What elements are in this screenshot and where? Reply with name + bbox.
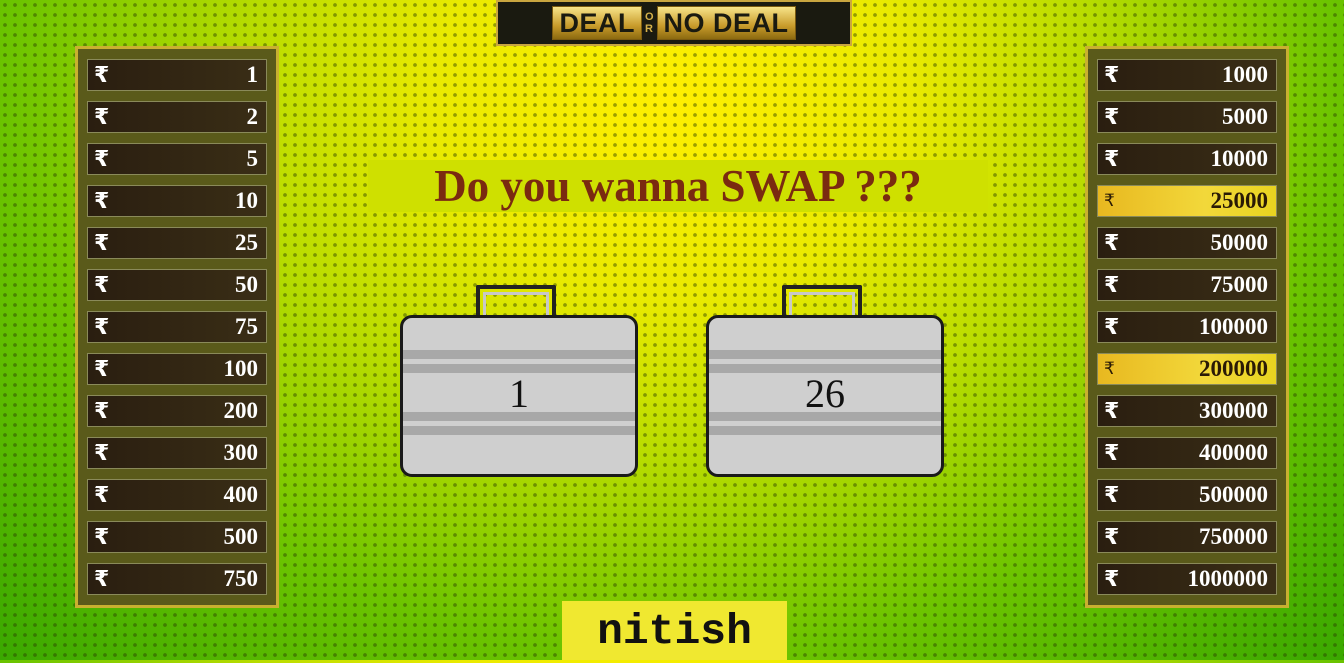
money-value: 50000	[1210, 230, 1269, 255]
briefcase-body: 1	[400, 315, 638, 477]
money-value-row: ₹1	[87, 59, 267, 91]
money-value: 200000	[1199, 356, 1268, 381]
money-value: 500000	[1199, 482, 1268, 507]
money-value-row: ₹25	[87, 227, 267, 259]
rupee-icon: ₹	[1104, 566, 1120, 592]
money-value: 1	[246, 62, 259, 87]
briefcase-player[interactable]: 1	[400, 285, 640, 480]
game-screen: DEAL O R NO DEAL ₹1 ₹2 ₹5 ₹10 ₹25 ₹50 ₹75 ₹100 ₹…	[0, 0, 1344, 660]
money-value-row: ₹5	[87, 143, 267, 175]
money-value-row: ₹1000	[1097, 59, 1277, 91]
money-value-row: ₹750	[87, 563, 267, 595]
rupee-icon: ₹	[1104, 524, 1120, 550]
logo-deal-text: DEAL	[552, 6, 642, 40]
logo-or-text: O R	[645, 11, 654, 35]
money-value: 750000	[1199, 524, 1268, 549]
rupee-icon: ₹	[1104, 104, 1120, 130]
money-value: 300	[223, 440, 259, 465]
briefcase-number: 1	[509, 371, 529, 416]
briefcase-number: 26	[805, 371, 845, 416]
rupee-icon: ₹	[94, 356, 110, 382]
rupee-icon: ₹	[94, 188, 110, 214]
rupee-icon: ₹	[1104, 272, 1120, 298]
money-value: 1000000	[1187, 566, 1269, 591]
money-value-row: ₹400000	[1097, 437, 1277, 469]
briefcase-handle	[782, 285, 862, 319]
money-value-row: ₹200	[87, 395, 267, 427]
rupee-icon: ₹	[1104, 440, 1120, 466]
money-value-row: ₹100	[87, 353, 267, 385]
rupee-icon: ₹	[1104, 230, 1120, 256]
money-board-right: ₹1000 ₹5000 ₹10000 ₹25000 ₹50000 ₹75000 ₹10000…	[1085, 46, 1289, 608]
money-value-row: ₹300	[87, 437, 267, 469]
money-value: 100000	[1199, 314, 1268, 339]
deal-or-no-deal-logo: DEAL O R NO DEAL	[496, 0, 852, 46]
money-value-row: ₹400	[87, 479, 267, 511]
money-value: 5	[246, 146, 259, 171]
rupee-icon: ₹	[94, 440, 110, 466]
rupee-icon: ₹	[94, 272, 110, 298]
rupee-icon: ₹	[94, 524, 110, 550]
money-value: 75000	[1210, 272, 1269, 297]
briefcase-handle	[476, 285, 556, 319]
briefcase-swap[interactable]: 26	[706, 285, 946, 480]
money-value-row: ₹500	[87, 521, 267, 553]
money-value-row: ₹25000	[1097, 185, 1277, 217]
swap-question: Do you wanna SWAP ???	[368, 160, 988, 212]
money-value: 25000	[1210, 188, 1269, 213]
money-value: 10000	[1210, 146, 1269, 171]
rupee-icon: ₹	[1104, 314, 1120, 340]
rupee-icon: ₹	[94, 230, 110, 256]
money-board-left: ₹1 ₹2 ₹5 ₹10 ₹25 ₹50 ₹75 ₹100 ₹200 ₹300 ₹400 ₹500 ₹7…	[75, 46, 279, 608]
money-value: 10	[235, 188, 258, 213]
money-value-row: ₹300000	[1097, 395, 1277, 427]
money-value: 500	[223, 524, 259, 549]
money-value-row: ₹5000	[1097, 101, 1277, 133]
briefcase-body: 26	[706, 315, 944, 477]
money-value-row: ₹50000	[1097, 227, 1277, 259]
rupee-icon: ₹	[94, 62, 110, 88]
player-name: nitish	[562, 601, 787, 660]
rupee-icon: ₹	[1104, 62, 1120, 88]
logo-or-bottom: R	[644, 23, 653, 35]
money-value: 2	[246, 104, 259, 129]
logo-or-top: O	[644, 11, 654, 23]
money-value-row: ₹100000	[1097, 311, 1277, 343]
rupee-icon: ₹	[94, 314, 110, 340]
money-value: 200	[223, 398, 259, 423]
rupee-icon: ₹	[1104, 359, 1115, 379]
rupee-icon: ₹	[1104, 146, 1120, 172]
money-value-row: ₹2	[87, 101, 267, 133]
money-value: 300000	[1199, 398, 1268, 423]
money-value-row: ₹75	[87, 311, 267, 343]
rupee-icon: ₹	[1104, 191, 1115, 211]
money-value: 1000	[1222, 62, 1268, 87]
rupee-icon: ₹	[94, 482, 110, 508]
logo-no-deal-text: NO DEAL	[656, 6, 796, 40]
rupee-icon: ₹	[1104, 398, 1120, 424]
rupee-icon: ₹	[94, 566, 110, 592]
money-value: 750	[223, 566, 259, 591]
money-value: 100	[223, 356, 259, 381]
money-value-row: ₹1000000	[1097, 563, 1277, 595]
rupee-icon: ₹	[94, 146, 110, 172]
money-value-row: ₹10	[87, 185, 267, 217]
money-value: 75	[235, 314, 258, 339]
money-value-row: ₹750000	[1097, 521, 1277, 553]
money-value-row: ₹200000	[1097, 353, 1277, 385]
money-value: 5000	[1222, 104, 1268, 129]
money-value: 25	[235, 230, 258, 255]
money-value-row: ₹10000	[1097, 143, 1277, 175]
money-value: 400	[223, 482, 259, 507]
money-value: 50	[235, 272, 258, 297]
money-value-row: ₹50	[87, 269, 267, 301]
rupee-icon: ₹	[1104, 482, 1120, 508]
money-value-row: ₹75000	[1097, 269, 1277, 301]
money-value: 400000	[1199, 440, 1268, 465]
rupee-icon: ₹	[94, 398, 110, 424]
rupee-icon: ₹	[94, 104, 110, 130]
money-value-row: ₹500000	[1097, 479, 1277, 511]
